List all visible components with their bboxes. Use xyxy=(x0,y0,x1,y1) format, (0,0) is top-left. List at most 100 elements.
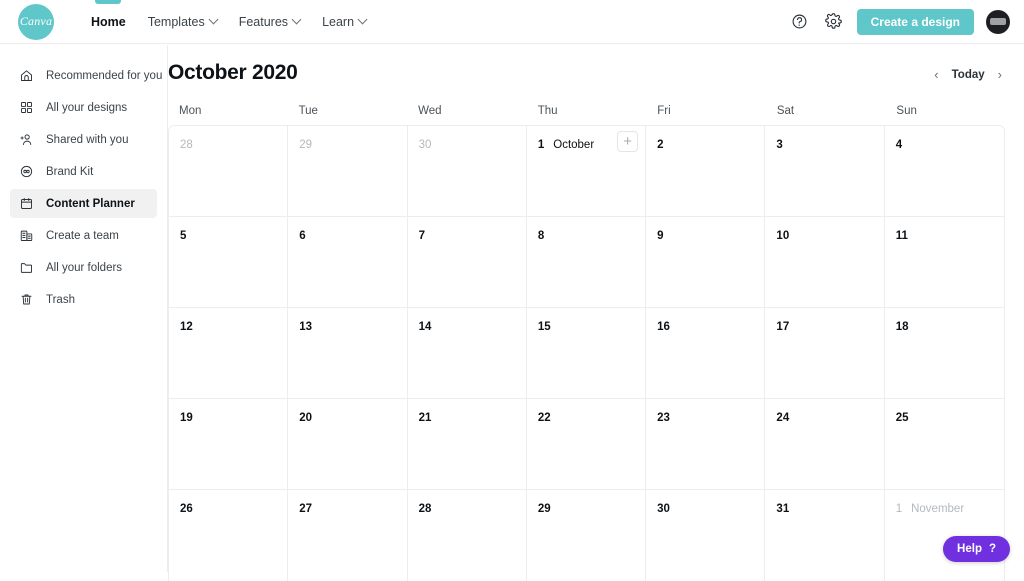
day-number: 7 xyxy=(418,230,425,242)
calendar-day-cell[interactable]: 24 xyxy=(765,399,885,489)
calendar-day-cell[interactable]: 11 xyxy=(885,217,1004,307)
trash-icon xyxy=(16,291,36,309)
day-header-sat: Sat xyxy=(776,105,795,117)
brand-kit-icon xyxy=(16,163,36,181)
nav-item-label: Learn xyxy=(322,14,355,29)
day-number: 20 xyxy=(299,412,313,424)
help-button-label: Help xyxy=(957,543,982,555)
calendar-day-cell[interactable]: 7 xyxy=(408,217,527,307)
day-header-sun: Sun xyxy=(896,105,917,117)
calendar-day-cell[interactable]: 21 xyxy=(408,399,527,489)
calendar-day-cell[interactable]: 30 xyxy=(646,490,766,581)
calendar-day-cell[interactable]: 8 xyxy=(527,217,647,307)
calendar-day-cell[interactable]: 19 xyxy=(169,399,289,489)
calendar-day-cell[interactable]: 10 xyxy=(765,217,885,307)
day-number: 1 xyxy=(895,503,903,515)
calendar-day-cell[interactable]: 9 xyxy=(646,217,766,307)
today-button[interactable]: Today xyxy=(952,69,985,81)
day-header-wed: Wed xyxy=(418,105,442,117)
day-number: 31 xyxy=(776,503,790,515)
day-of-week-header-row: Mon Tue Wed Thu Fri Sat Sun xyxy=(168,97,1005,125)
day-number: 11 xyxy=(895,230,908,242)
chevron-down-icon xyxy=(357,14,368,25)
calendar-day-cell[interactable]: 12 xyxy=(169,308,289,398)
content-planner-main: October 2020 ‹ Today › Mon Tue Wed Thu Fri Sa… xyxy=(168,45,1024,581)
sidebar-item-trash[interactable]: Trash xyxy=(10,285,157,314)
calendar-day-cell[interactable]: 23 xyxy=(646,399,766,489)
sidebar-item-label: Shared with you xyxy=(46,133,129,146)
previous-month-button[interactable]: ‹ xyxy=(931,66,941,83)
add-design-button[interactable]: + xyxy=(617,131,639,152)
sidebar-item-create-a-team[interactable]: Create a team xyxy=(10,221,157,250)
calendar-day-cell[interactable]: 28 xyxy=(408,490,527,581)
calendar-day-cell[interactable]: 15 xyxy=(527,308,647,398)
day-number: 2 xyxy=(657,139,664,151)
sidebar-item-all-your-folders[interactable]: All your folders xyxy=(10,253,157,282)
top-navigation-bar: Canva Home Templates Features Learn Create … xyxy=(0,0,1024,44)
calendar-day-cell[interactable]: 5 xyxy=(169,217,289,307)
calendar-day-cell[interactable]: 27 xyxy=(288,490,408,581)
sidebar-item-all-your-designs[interactable]: All your designs xyxy=(10,93,157,122)
day-number: 3 xyxy=(776,139,783,151)
calendar-day-cell[interactable]: 13 xyxy=(288,308,408,398)
nav-item-learn[interactable]: Learn xyxy=(311,0,377,44)
sidebar-item-label: Create a team xyxy=(46,229,119,242)
help-button[interactable]: Help ? xyxy=(943,536,1010,562)
day-number: 17 xyxy=(776,321,790,333)
home-icon xyxy=(16,67,36,85)
day-header-tue: Tue xyxy=(298,105,318,117)
sidebar-item-shared-with-you[interactable]: Shared with you xyxy=(10,125,157,154)
calendar-day-cell[interactable]: 31 xyxy=(765,490,885,581)
day-number: 18 xyxy=(895,321,909,333)
day-number: 24 xyxy=(776,412,790,424)
calendar-week-row: 5 6 7 8 9 10 11 xyxy=(169,217,1004,308)
calendar-day-cell[interactable]: 1 October + xyxy=(527,126,647,216)
chevron-down-icon xyxy=(208,14,219,25)
calendar-week-row: 26 27 28 29 30 31 1 November xyxy=(169,490,1004,581)
calendar-day-cell[interactable]: 17 xyxy=(765,308,885,398)
day-number: 12 xyxy=(180,321,193,333)
calendar-day-cell[interactable]: 16 xyxy=(646,308,766,398)
calendar-day-cell[interactable]: 18 xyxy=(885,308,1004,398)
calendar-day-cell[interactable]: 2 xyxy=(646,126,766,216)
next-month-button[interactable]: › xyxy=(995,66,1005,83)
calendar-day-cell[interactable]: 26 xyxy=(169,490,289,581)
sidebar-item-recommended-for-you[interactable]: Recommended for you xyxy=(10,61,162,90)
day-number: 25 xyxy=(895,412,909,424)
folder-icon xyxy=(16,259,36,277)
add-person-icon xyxy=(16,131,36,149)
question-circle-icon[interactable] xyxy=(789,11,811,33)
nav-item-features[interactable]: Features xyxy=(228,0,311,44)
calendar-day-cell[interactable]: 25 xyxy=(885,399,1004,489)
day-number: 16 xyxy=(657,321,670,333)
calendar-day-cell[interactable]: 28 xyxy=(169,126,289,216)
gear-icon[interactable] xyxy=(823,11,845,33)
day-number: 13 xyxy=(299,321,313,333)
calendar-day-cell[interactable]: 29 xyxy=(527,490,647,581)
calendar-day-cell[interactable]: 22 xyxy=(527,399,647,489)
day-number: 9 xyxy=(657,230,664,242)
avatar[interactable] xyxy=(986,9,1010,34)
day-number: 21 xyxy=(418,412,432,424)
canva-logo[interactable]: Canva xyxy=(18,3,54,40)
calendar-day-cell[interactable]: 14 xyxy=(408,308,527,398)
sidebar-item-brand-kit[interactable]: Brand Kit xyxy=(10,157,157,186)
day-number: 10 xyxy=(776,230,790,242)
team-building-icon xyxy=(16,227,36,245)
calendar-day-cell[interactable]: 4 xyxy=(885,126,1004,216)
nav-item-templates[interactable]: Templates xyxy=(137,0,228,44)
calendar-day-cell[interactable]: 20 xyxy=(288,399,408,489)
day-number: 15 xyxy=(537,321,551,333)
create-a-design-button[interactable]: Create a design xyxy=(856,8,974,35)
calendar-day-cell[interactable]: 3 xyxy=(765,126,885,216)
sidebar-item-content-planner[interactable]: Content Planner xyxy=(10,189,157,218)
calendar-day-cell[interactable]: 30 xyxy=(408,126,527,216)
calendar-day-cell[interactable]: 29 xyxy=(288,126,408,216)
nav-item-home[interactable]: Home xyxy=(80,0,137,44)
top-right-actions: Create a design xyxy=(789,8,1024,35)
nav-item-label: Templates xyxy=(147,14,205,29)
sidebar-item-label: Brand Kit xyxy=(46,165,94,178)
day-number: 26 xyxy=(180,503,193,515)
calendar-day-cell[interactable]: 6 xyxy=(288,217,408,307)
